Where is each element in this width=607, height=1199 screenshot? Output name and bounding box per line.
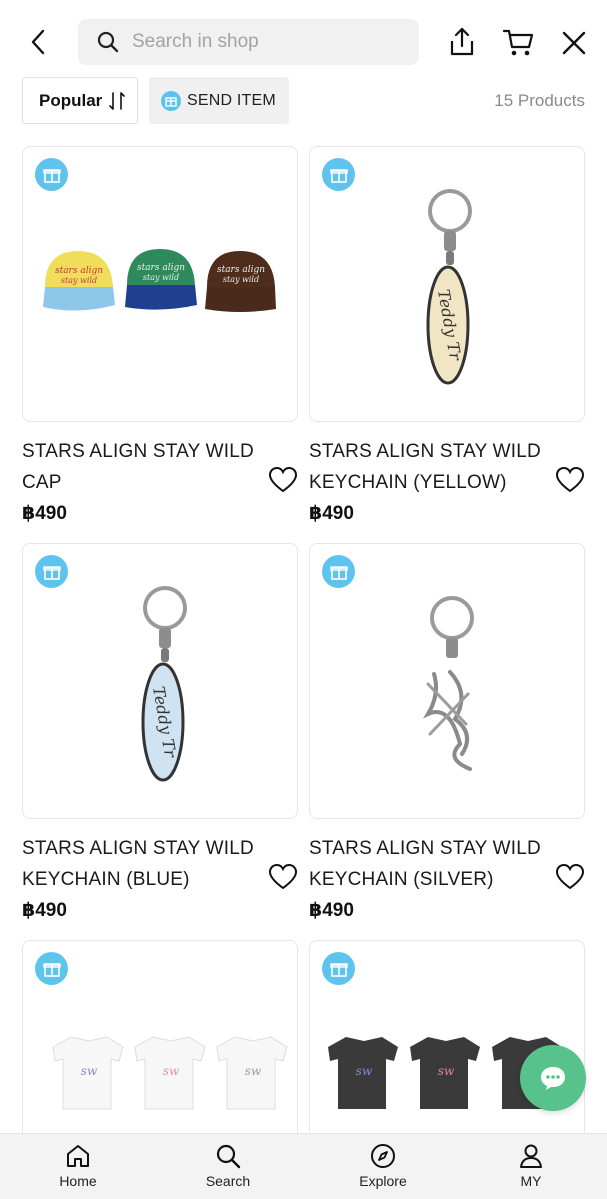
product-price: ฿490 [22,900,67,921]
wishlist-button[interactable] [555,863,585,891]
share-icon [450,27,474,56]
product-card[interactable]: Teddy Tr STARS ALIGN STAY WILD KEYCHAIN … [22,543,298,922]
back-icon [31,29,45,55]
gift-icon[interactable] [35,555,68,588]
keychain-yellow-image: Teddy Tr [426,189,472,385]
sort-label: Popular [39,90,103,110]
product-image[interactable]: stars align stay wild stars align stay w… [22,146,298,422]
nav-search-label: Search [205,1173,251,1189]
product-price: ฿490 [309,900,354,921]
nav-explore[interactable]: Explore [333,1134,433,1199]
sort-button[interactable]: Popular [22,77,138,124]
nav-my-label: MY [520,1173,542,1189]
shop-search-bar[interactable] [78,19,419,65]
keychain-silver-image [422,596,474,771]
svg-text:sw: sw [163,1064,180,1078]
nav-home-label: Home [59,1173,97,1189]
filter-row: Popular SEND ITEM 15 Products [0,77,607,125]
send-item-label: SEND ITEM [187,91,276,109]
product-card[interactable]: Teddy Tr STARS ALIGN STAY WILD KEYCHAIN … [309,146,585,525]
wishlist-button[interactable] [268,863,298,891]
search-icon [216,1144,241,1169]
product-count: 15 Products [494,91,585,110]
nav-search[interactable]: Search [178,1134,278,1199]
chat-bubble-icon [541,1067,565,1090]
close-button[interactable] [560,29,588,57]
heart-icon [268,863,298,890]
caps-image: stars align stay wild stars align stay w… [43,249,276,312]
product-name[interactable]: STARS ALIGN STAY WILD KEYCHAIN (BLUE) [22,833,258,895]
svg-text:sw: sw [81,1064,98,1078]
product-name[interactable]: STARS ALIGN STAY WILD KEYCHAIN (YELLOW) [309,436,545,498]
home-icon [67,1145,89,1167]
search-icon [97,31,119,53]
svg-text:stay wild: stay wild [223,275,259,284]
gift-icon[interactable] [322,158,355,191]
close-icon [562,31,586,55]
cart-icon [502,29,534,56]
product-card[interactable]: stars align stay wild stars align stay w… [22,146,298,525]
gift-icon[interactable] [35,952,68,985]
search-input[interactable] [132,31,392,53]
svg-text:sw: sw [245,1064,262,1078]
keychain-blue-image: Teddy Tr [141,586,187,782]
back-button[interactable] [24,26,52,58]
svg-text:stars align: stars align [217,265,265,275]
nav-my[interactable]: MY [481,1134,581,1199]
bottom-navigation: Home Search Explore MY [0,1133,607,1199]
nav-explore-label: Explore [359,1173,407,1189]
svg-text:sw: sw [438,1064,455,1078]
product-name[interactable]: STARS ALIGN STAY WILD KEYCHAIN (SILVER) [309,833,545,895]
cart-button[interactable] [502,28,534,58]
sort-arrows-icon [109,91,126,110]
compass-icon [371,1144,395,1168]
top-bar [0,0,607,78]
gift-icon[interactable] [322,555,355,588]
product-price: ฿490 [22,503,67,524]
send-item-button[interactable]: SEND ITEM [149,77,289,124]
gift-icon [161,90,181,111]
svg-text:stay wild: stay wild [61,276,97,285]
product-image[interactable] [309,543,585,819]
heart-icon [555,466,585,493]
heart-icon [555,863,585,890]
heart-icon [268,466,298,493]
wishlist-button[interactable] [555,466,585,494]
nav-home[interactable]: Home [28,1134,128,1199]
wishlist-button[interactable] [268,466,298,494]
share-button[interactable] [447,26,477,58]
chat-button[interactable] [520,1045,586,1111]
product-card[interactable]: STARS ALIGN STAY WILD KEYCHAIN (SILVER) … [309,543,585,922]
svg-text:sw: sw [356,1064,373,1078]
product-name[interactable]: STARS ALIGN STAY WILD CAP [22,436,258,498]
user-icon [520,1144,542,1168]
gift-icon[interactable] [322,952,355,985]
svg-text:stay wild: stay wild [143,273,179,282]
svg-text:stars align: stars align [137,263,185,273]
product-image[interactable]: Teddy Tr [309,146,585,422]
product-price: ฿490 [309,503,354,524]
product-image[interactable]: Teddy Tr [22,543,298,819]
svg-text:stars align: stars align [55,266,103,276]
gift-icon[interactable] [35,158,68,191]
